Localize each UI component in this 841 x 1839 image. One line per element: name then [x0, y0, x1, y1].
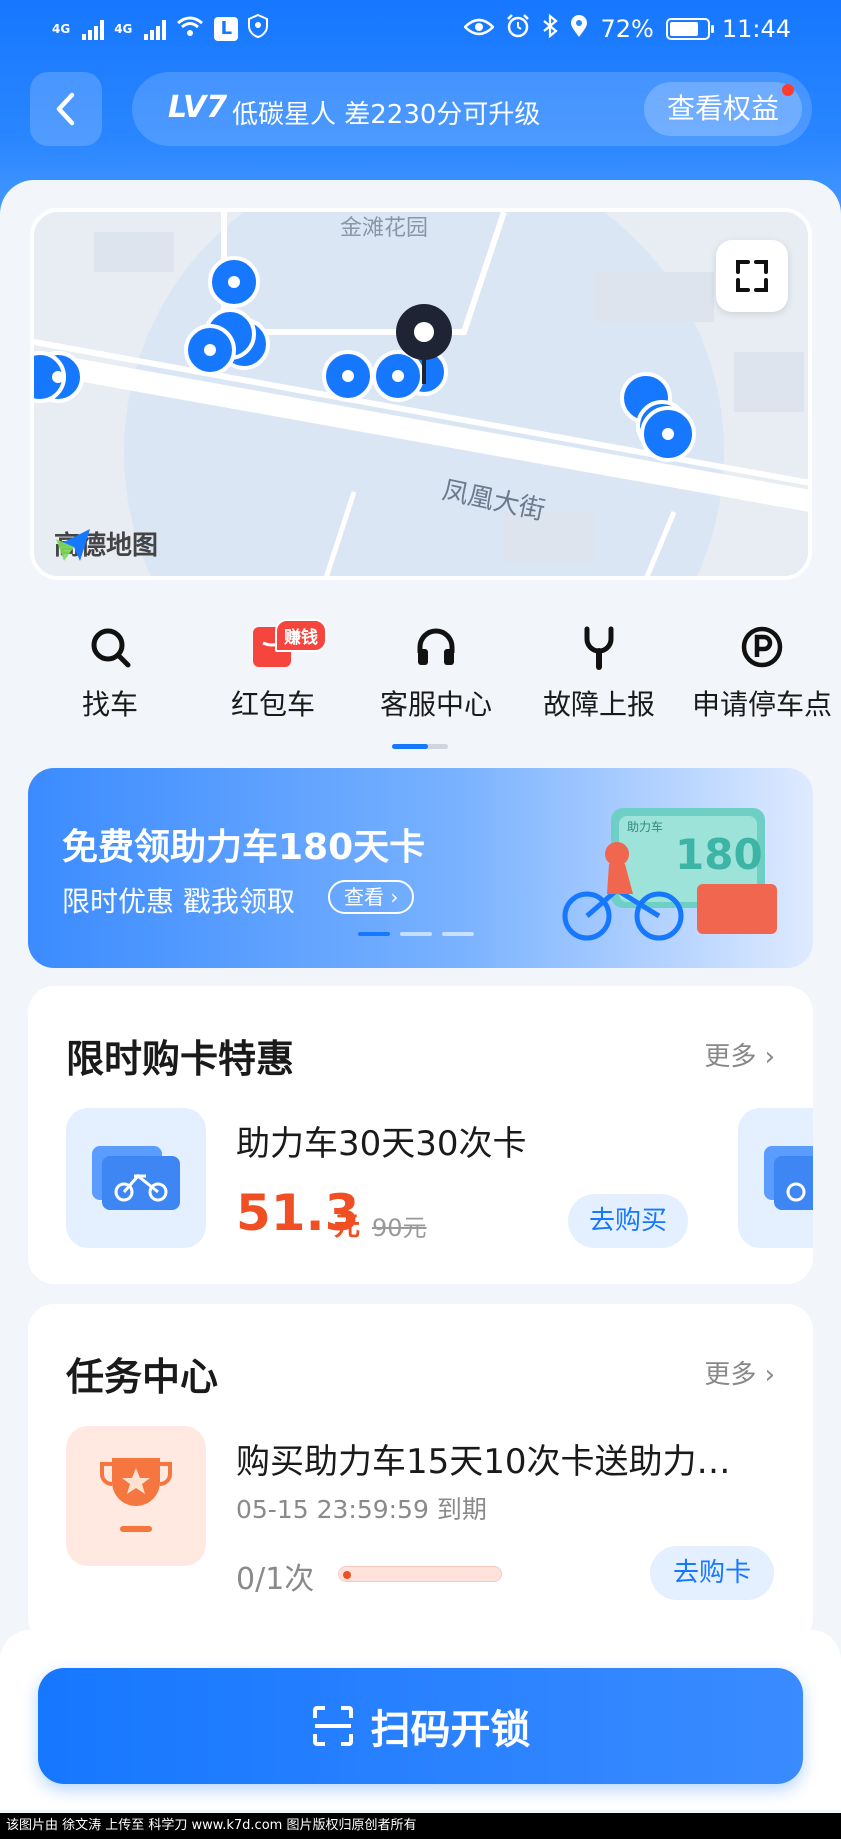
- buy-card-task-button[interactable]: 去购卡: [650, 1546, 774, 1600]
- app-notification-icon: L: [214, 17, 239, 41]
- banner-pagination: [358, 932, 474, 936]
- banner-illustration: 180 助力车: [547, 804, 777, 948]
- task-progress-bar: [338, 1566, 502, 1582]
- banner-subtitle: 限时优惠 戳我领取: [62, 885, 295, 918]
- battery-percent: 72%: [600, 15, 654, 43]
- signal-bars-icon-2: [144, 18, 167, 40]
- deals-more-label: 更多: [704, 1042, 757, 1072]
- wrench-icon: [584, 626, 614, 670]
- task-name: 购买助力车15天10次卡送助力…: [236, 1442, 731, 1482]
- headset-icon: [417, 628, 455, 665]
- banner-view-button[interactable]: 查看 ›: [328, 880, 415, 914]
- task-center-card: 任务中心 更多 › 购买助力车15天10次卡送助力… 05-15 23:59:5…: [28, 1304, 813, 1644]
- back-button[interactable]: [30, 72, 102, 146]
- header: LV7 低碳星人 差2230分可升级 查看权益: [0, 70, 841, 150]
- view-rights-button[interactable]: 查看权益: [644, 82, 802, 136]
- quick-nav-find-car[interactable]: 找车: [30, 615, 190, 723]
- amap-logo-icon: [56, 529, 90, 561]
- scan-unlock-label: 扫码开锁: [370, 1707, 531, 1753]
- scan-icon: [312, 1706, 353, 1746]
- status-bar: 4G 4G L 72% 11:44: [0, 0, 841, 60]
- deals-card: 限时购卡特惠 更多 › 助力车30天30次卡 51.3 元 90元 去购买: [28, 986, 813, 1284]
- quick-nav-scroll-indicator: [392, 744, 448, 749]
- buy-button[interactable]: 去购买: [568, 1194, 688, 1248]
- map-view[interactable]: 金滩花园 凤凰大街 高德地图: [30, 208, 812, 580]
- task-more-label: 更多: [704, 1360, 757, 1390]
- task-center-title: 任务中心: [66, 1355, 219, 1399]
- bluetooth-icon: [542, 13, 559, 44]
- quick-nav-report-fault[interactable]: 故障上报: [519, 615, 679, 723]
- quick-nav-customer-service[interactable]: 客服中心: [356, 615, 516, 723]
- product-price-unit: 元: [334, 1212, 361, 1242]
- quick-nav-label: 故障上报: [542, 688, 655, 721]
- level-badge: LV7: [168, 90, 228, 125]
- task-expire: 05-15 23:59:59 到期: [236, 1495, 487, 1524]
- search-icon: [91, 628, 131, 668]
- quick-nav: 找车 赚钱 红包车 客服中心 故障上报 申请停车点: [0, 615, 841, 755]
- trophy-icon: [100, 1458, 172, 1532]
- signal-label-1: 4G: [52, 22, 71, 36]
- banner-card-label: 助力车: [627, 820, 664, 834]
- product-original-price: 90元: [372, 1214, 427, 1242]
- parking-icon: [741, 626, 783, 668]
- task-more-link[interactable]: 更多 ›: [704, 1354, 775, 1391]
- deals-title: 限时购卡特惠: [66, 1037, 295, 1081]
- battery-icon: [665, 18, 714, 40]
- quick-nav-label: 找车: [81, 688, 138, 721]
- signal-bars-icon: [82, 18, 105, 40]
- location-icon: [570, 14, 588, 44]
- quick-nav-redpacket-car[interactable]: 赚钱 红包车: [193, 615, 353, 723]
- task-thumbnail: [66, 1426, 206, 1566]
- bike-card-icon: [764, 1146, 813, 1210]
- chevron-left-icon: [56, 92, 75, 126]
- earn-tag: 赚钱: [275, 619, 327, 652]
- expand-icon: [736, 260, 768, 292]
- quick-nav-label: 红包车: [230, 688, 315, 721]
- quick-nav-label: 客服中心: [379, 688, 492, 721]
- task-progress-text: 0/1次: [236, 1562, 315, 1597]
- product-thumbnail[interactable]: [66, 1108, 206, 1248]
- map-provider-logo: 高德地图: [54, 525, 158, 562]
- eye-icon: [463, 15, 496, 43]
- bike-card-icon: [92, 1146, 180, 1210]
- chevron-right-icon: ›: [764, 1360, 775, 1390]
- banner-card-text: 180: [675, 830, 763, 879]
- product-name: 助力车30天30次卡: [236, 1124, 527, 1164]
- view-rights-label: 查看权益: [666, 92, 779, 125]
- chevron-right-icon: ›: [764, 1042, 775, 1072]
- shield-icon: [248, 13, 269, 44]
- level-progress-text: 低碳星人 差2230分可升级: [232, 100, 541, 130]
- product-thumbnail-next[interactable]: [738, 1108, 813, 1248]
- scan-unlock-button[interactable]: 扫码开锁: [38, 1668, 803, 1784]
- promo-banner[interactable]: 免费领助力车180天卡 限时优惠 戳我领取 查看 › 180 助力车: [28, 768, 813, 968]
- deals-more-link[interactable]: 更多 ›: [704, 1036, 775, 1073]
- level-pill[interactable]: LV7 低碳星人 差2230分可升级 查看权益: [132, 72, 812, 146]
- banner-view-label: 查看: [344, 885, 384, 909]
- clock: 11:44: [721, 15, 791, 43]
- wifi-icon: [176, 15, 204, 43]
- alarm-icon: [506, 14, 530, 44]
- quick-nav-label: 申请停车点: [691, 688, 832, 721]
- quick-nav-apply-parking[interactable]: 申请停车点: [682, 615, 841, 723]
- task-progress-fill: [343, 1571, 351, 1579]
- notification-dot: [782, 84, 794, 96]
- signal-label-2: 4G: [114, 22, 133, 36]
- watermark: 该图片由 徐文涛 上传至 科学刀 www.k7d.com 图片版权归原创者所有: [0, 1813, 841, 1839]
- map-area-label: 金滩花园: [340, 216, 429, 241]
- banner-title: 免费领助力车180天卡: [62, 827, 426, 868]
- expand-map-button[interactable]: [716, 240, 788, 312]
